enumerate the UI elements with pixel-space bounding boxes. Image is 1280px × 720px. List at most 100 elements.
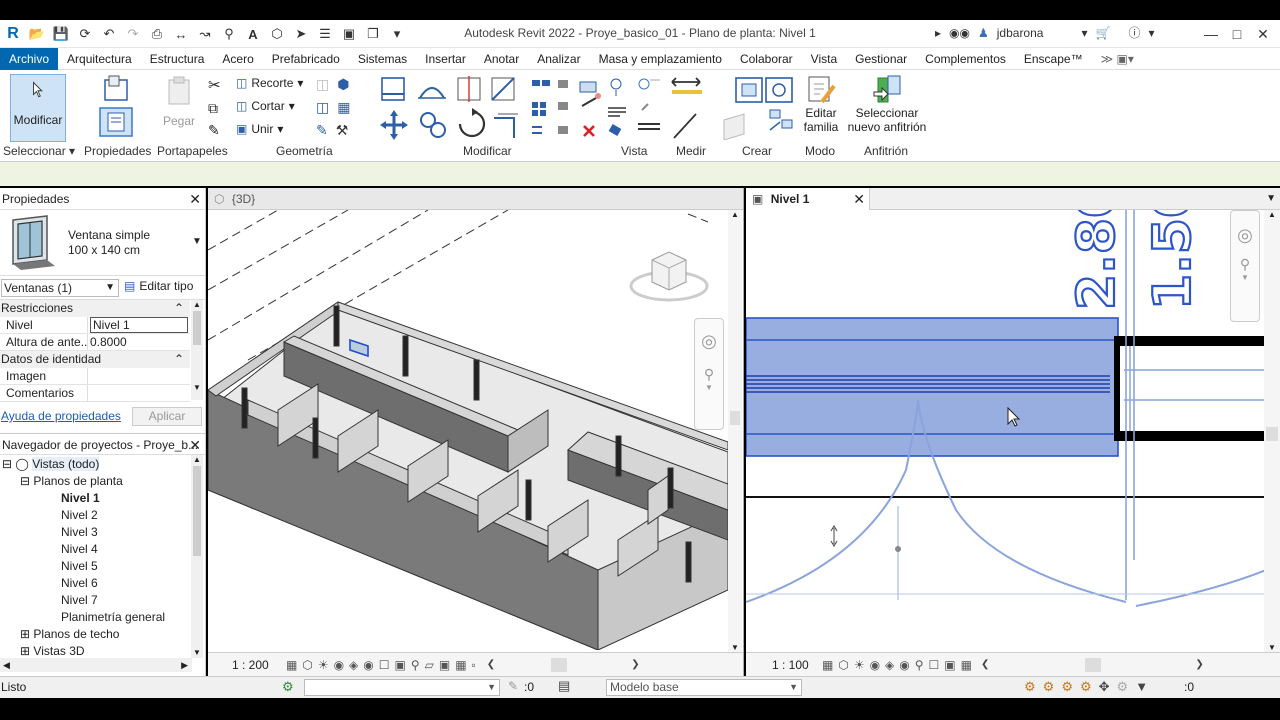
plan-scale[interactable]: 1 : 100: [746, 658, 822, 672]
steering-wheel-icon[interactable]: ◎: [695, 331, 723, 352]
sync-icon[interactable]: ⟳: [74, 23, 96, 45]
tab-masa[interactable]: Masa y emplazamiento: [590, 48, 731, 70]
zoom-icon[interactable]: ⚲: [1231, 256, 1259, 273]
worksets-icon[interactable]: ⚙: [282, 679, 294, 695]
revit-logo-icon[interactable]: R: [2, 23, 24, 45]
print-icon[interactable]: ⎙: [146, 23, 168, 45]
apply-button[interactable]: Aplicar: [132, 407, 202, 426]
nav-dropdown-icon[interactable]: ▼: [1231, 273, 1259, 282]
text-icon[interactable]: A: [242, 23, 264, 45]
cut-geometry-row[interactable]: ✂: [208, 76, 221, 94]
tree-floor-plans[interactable]: ⊟ Planos de planta: [0, 473, 190, 490]
tab-anotar[interactable]: Anotar: [475, 48, 528, 70]
zoom-icon[interactable]: ⚲: [695, 366, 723, 383]
tag-icon[interactable]: ⚲: [218, 23, 240, 45]
design-options-icon[interactable]: ▤: [558, 678, 570, 694]
workset-field[interactable]: ▼: [304, 679, 500, 696]
edit-type-button[interactable]: ▤ Editar tipo: [124, 279, 193, 293]
customize-qat-icon[interactable]: ▾: [386, 23, 408, 45]
tab-vista[interactable]: Vista: [802, 48, 846, 70]
image-value[interactable]: [88, 368, 190, 384]
browser-hscrollbar[interactable]: ◀ ▶: [0, 658, 192, 672]
type-dropdown-icon[interactable]: ▼: [192, 236, 202, 247]
default-3d-icon[interactable]: ⬡: [266, 23, 288, 45]
tab-acero[interactable]: Acero: [213, 48, 262, 70]
tab-prefabricado[interactable]: Prefabricado: [263, 48, 349, 70]
properties-button[interactable]: [96, 74, 136, 140]
tree-site-plan[interactable]: Planimetría general: [0, 609, 190, 626]
scroll-left-icon[interactable]: ❮: [981, 659, 989, 670]
user-icon[interactable]: ♟: [978, 26, 989, 40]
view-controls-icons[interactable]: ▦⬡☀◉◈◉☐▣⚲▱▣▦▫: [286, 658, 481, 672]
select-by-face-icon[interactable]: ⚙: [1080, 679, 1092, 695]
design-option-icon[interactable]: ✎: [508, 679, 518, 693]
tree-level-3[interactable]: Nivel 3: [0, 524, 190, 541]
view-plan-tab[interactable]: ▣ Nivel 1 ✕: [746, 188, 870, 210]
scroll-left-icon[interactable]: ❮: [487, 659, 495, 670]
section-identity[interactable]: Datos de identidad ⌃: [0, 351, 190, 368]
plan-hscroll-thumb[interactable]: [1085, 657, 1102, 672]
tree-level-5[interactable]: Nivel 5: [0, 558, 190, 575]
open-icon[interactable]: 📂: [26, 23, 48, 45]
properties-scrollbar[interactable]: ▲ ▼: [191, 300, 203, 400]
section-icon[interactable]: ➤: [290, 23, 312, 45]
edit-family-button[interactable]: Editar familia: [800, 74, 842, 134]
tree-ceiling-plans[interactable]: ⊞ Planos de techo: [0, 626, 190, 643]
tab-sistemas[interactable]: Sistemas: [349, 48, 416, 70]
tab-analizar[interactable]: Analizar: [528, 48, 589, 70]
view-3d-tab[interactable]: ⬡ {3D}: [208, 188, 743, 210]
split-face-icon[interactable]: ◫: [316, 99, 329, 116]
copy-row[interactable]: ⧉: [208, 100, 218, 117]
unir-button[interactable]: ▣ Unir ▾: [236, 122, 283, 136]
help-dropdown-icon[interactable]: ▾: [1148, 26, 1154, 40]
select-underlay-icon[interactable]: ⚙: [1043, 679, 1055, 695]
select-links-icon[interactable]: ⚙: [1024, 679, 1036, 695]
view3d-scale[interactable]: 1 : 200: [208, 658, 286, 672]
select-pinned-icon[interactable]: ⚙: [1061, 679, 1073, 695]
design-option-field[interactable]: Modelo base ▼: [606, 679, 802, 696]
close-icon[interactable]: ✕: [1250, 22, 1276, 46]
tree-level-6[interactable]: Nivel 6: [0, 575, 190, 592]
user-name[interactable]: jdbarona: [997, 26, 1044, 40]
tree-level-2[interactable]: Nivel 2: [0, 507, 190, 524]
user-dropdown-icon[interactable]: ▾: [1081, 26, 1087, 40]
close-icon[interactable]: ✕: [189, 434, 201, 456]
dimension-icon[interactable]: ↝: [194, 23, 216, 45]
dimension-2-80[interactable]: 2.80: [1066, 210, 1128, 311]
plan-vscrollbar[interactable]: ▲ ▼: [1264, 210, 1280, 652]
paste-button[interactable]: Pegar: [162, 76, 196, 128]
tree-level-4[interactable]: Nivel 4: [0, 541, 190, 558]
help-icon[interactable]: ⓘ: [1128, 24, 1140, 41]
background-processes-icon[interactable]: ⚙: [1117, 679, 1129, 695]
tab-enscape[interactable]: Enscape™: [1015, 48, 1092, 70]
thin-lines-icon[interactable]: ☰: [314, 23, 336, 45]
tab-insertar[interactable]: Insertar: [416, 48, 475, 70]
type-selector[interactable]: Ventana simple 100 x 140 cm ▼: [0, 210, 205, 276]
view-controls-icons[interactable]: ▦⬡☀◉◈◉⚲☐▣▦: [822, 658, 977, 672]
save-icon[interactable]: 💾: [50, 23, 72, 45]
steering-wheel-icon[interactable]: ◎: [1231, 225, 1259, 246]
filter-icon[interactable]: ▼: [1135, 679, 1148, 695]
panel-label-select[interactable]: Seleccionar ▾: [3, 144, 75, 158]
tab-colaborar[interactable]: Colaborar: [731, 48, 802, 70]
sill-value[interactable]: 0.8000: [88, 334, 190, 350]
paint-icon[interactable]: ⬢: [337, 76, 349, 93]
tree-level-7[interactable]: Nivel 7: [0, 592, 190, 609]
close-icon[interactable]: ✕: [853, 188, 865, 210]
instance-filter[interactable]: Ventanas (1) ▼: [1, 279, 119, 297]
section-constraints[interactable]: Restricciones ⌃: [0, 300, 190, 317]
tab-arquitectura[interactable]: Arquitectura: [58, 48, 141, 70]
undo-icon[interactable]: ↶: [98, 23, 120, 45]
tab-archivo[interactable]: Archivo: [0, 47, 59, 70]
redo-icon[interactable]: ↷: [122, 23, 144, 45]
match-row[interactable]: ✎: [208, 122, 220, 139]
hammer-icon[interactable]: ⚒: [336, 122, 349, 139]
cope-tool-icon[interactable]: ✎: [316, 122, 328, 139]
ribbon-options-icon[interactable]: ≫ ▣▾: [1092, 48, 1143, 70]
close-icon[interactable]: ✕: [189, 188, 201, 210]
close-hidden-icon[interactable]: ▣: [338, 23, 360, 45]
level-value[interactable]: Nivel 1: [90, 317, 188, 333]
tree-level-1[interactable]: Nivel 1: [0, 490, 190, 507]
tab-dropdown-icon[interactable]: ▼: [1266, 188, 1276, 210]
comments-value[interactable]: [88, 385, 190, 401]
